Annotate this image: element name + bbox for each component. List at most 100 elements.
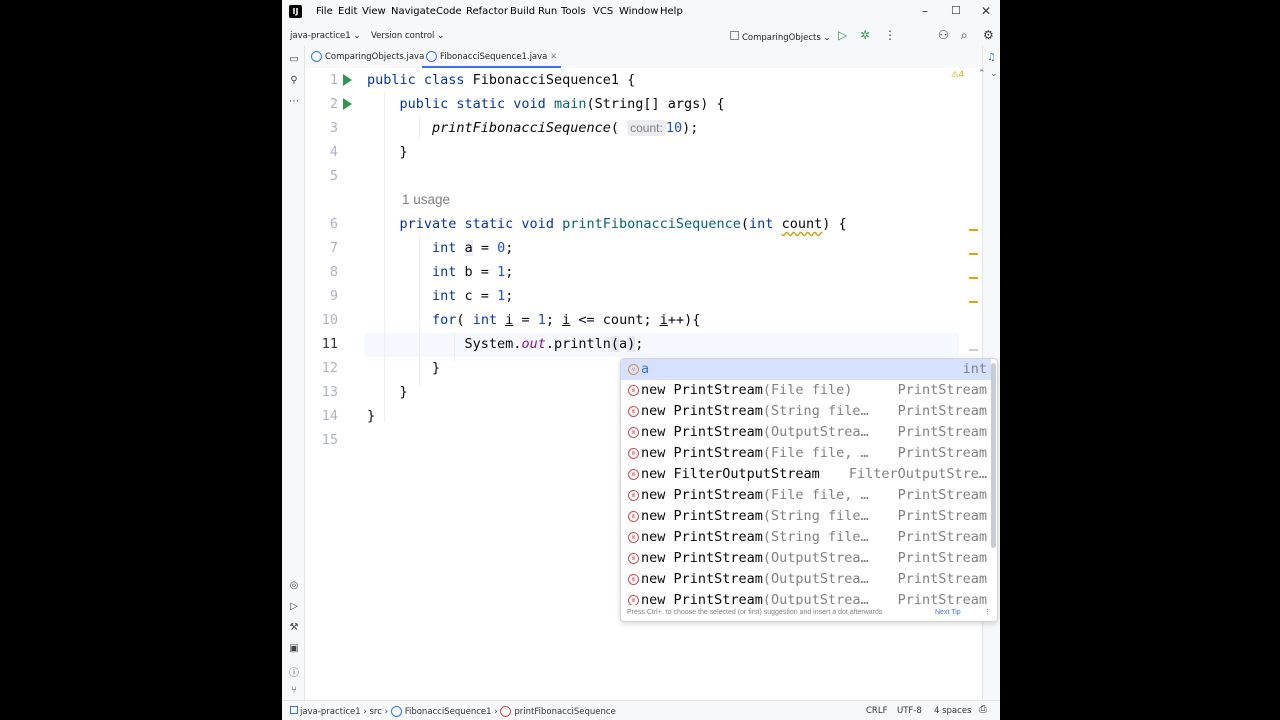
- run-tool-icon[interactable]: ▷: [288, 601, 300, 612]
- code-line-2: public static void main(String[] args) {: [399, 96, 725, 112]
- completion-item[interactable]: m new PrintStream(File file, … PrintStream: [621, 485, 991, 506]
- menu-tools[interactable]: Tools: [561, 6, 586, 17]
- line-number: 11: [321, 336, 338, 352]
- completion-item[interactable]: m new PrintStream(OutputStrea… PrintStream: [621, 569, 991, 590]
- usage-hint[interactable]: 1 usage: [402, 192, 450, 207]
- warning-marker[interactable]: [969, 229, 978, 231]
- more-actions-icon[interactable]: ⋮: [884, 28, 896, 42]
- item-type: PrintStream: [897, 571, 987, 587]
- problems-icon[interactable]: ⓘ: [288, 664, 300, 679]
- item-params: (File file): [762, 382, 853, 398]
- line-number: 2: [329, 96, 338, 112]
- minimize-icon[interactable]: –: [922, 4, 928, 18]
- next-tip-link[interactable]: Next Tip: [935, 605, 961, 621]
- services-icon[interactable]: ◎: [288, 580, 300, 591]
- file-encoding[interactable]: UTF-8: [897, 706, 922, 716]
- lock-icon[interactable]: ⎙: [979, 704, 987, 715]
- warning-marker[interactable]: [969, 253, 978, 255]
- item-name: new PrintStream(OutputStrea…: [641, 424, 869, 440]
- item-type: PrintStream: [897, 529, 987, 545]
- notifications-bell-icon[interactable]: ♫: [987, 52, 996, 63]
- method-icon: m: [628, 448, 639, 459]
- user-icon[interactable]: ⚇: [938, 28, 949, 42]
- run-class-gutter-icon[interactable]: [343, 74, 352, 86]
- settings-gear-icon[interactable]: ⚙: [983, 28, 994, 42]
- menu-run[interactable]: Run: [538, 6, 557, 17]
- method-icon: m: [628, 406, 639, 417]
- completion-footer: Press Ctrl+. to choose the selected (or …: [621, 605, 997, 621]
- code-line-8: int b = 1;: [432, 264, 514, 280]
- main-toolbar: java-practice1 ⌄ Version control ⌄ Compa…: [282, 24, 1000, 46]
- method-icon: m: [628, 490, 639, 501]
- indent-setting[interactable]: 4 spaces: [934, 706, 971, 716]
- code-line-6: private static void printFibonacciSequen…: [399, 216, 847, 232]
- menu-window[interactable]: Window: [619, 6, 658, 17]
- menu-help[interactable]: Help: [660, 6, 683, 17]
- item-name: new PrintStream(OutputStrea…: [641, 571, 869, 587]
- line-number: 5: [329, 168, 338, 184]
- item-name-text: new PrintStream: [641, 508, 763, 524]
- close-icon[interactable]: ✕: [981, 4, 991, 18]
- completion-item[interactable]: m new PrintStream(String file… PrintStream: [621, 527, 991, 548]
- menu-navigate[interactable]: Navigate: [391, 6, 436, 17]
- completion-item[interactable]: m new PrintStream(OutputStrea… PrintStream: [621, 548, 991, 569]
- separator-icon: ›: [363, 707, 367, 717]
- completion-item[interactable]: m new PrintStream(File file) PrintStream: [621, 380, 991, 401]
- more-options-icon[interactable]: ⋮: [984, 605, 991, 621]
- vcs-selector[interactable]: Version control ⌄: [371, 31, 444, 41]
- project-selector[interactable]: java-practice1 ⌄: [290, 31, 360, 41]
- run-icon[interactable]: ▷: [838, 28, 847, 42]
- structure-icon[interactable]: ⚲: [288, 75, 300, 86]
- menu-edit[interactable]: Edit: [338, 6, 357, 17]
- intellij-logo-icon[interactable]: IJ: [289, 5, 302, 18]
- menu-build[interactable]: Build: [510, 6, 535, 17]
- warning-count-badge[interactable]: ⚠4: [951, 70, 964, 80]
- completion-item[interactable]: v a int: [621, 359, 991, 380]
- status-bar: java-practice1 › src › FibonacciSequence…: [282, 700, 1000, 720]
- menu-refactor[interactable]: Refactor: [466, 6, 508, 17]
- class-icon: [390, 706, 402, 717]
- completion-item[interactable]: m new PrintStream(String file… PrintStream: [621, 506, 991, 527]
- tab-fibonaccisequence1[interactable]: FibonacciSequence1.java ✕: [422, 46, 562, 68]
- menu-file[interactable]: File: [316, 6, 333, 17]
- line-number: 8: [329, 264, 338, 280]
- tab-comparingobjects[interactable]: ComparingObjects.java: [307, 46, 428, 68]
- popup-scrollbar[interactable]: [991, 363, 996, 548]
- terminal-icon[interactable]: ▣: [288, 643, 300, 654]
- more-tools-icon[interactable]: ⋯: [288, 96, 300, 107]
- build-hammer-icon[interactable]: ⚒: [288, 622, 300, 633]
- run-main-gutter-icon[interactable]: [343, 98, 352, 110]
- warning-marker[interactable]: [969, 277, 978, 279]
- item-params: (String file…: [762, 403, 869, 419]
- completion-item[interactable]: m new PrintStream(File file, … PrintStream: [621, 443, 991, 464]
- chevron-up-icon[interactable]: ⌃: [978, 69, 986, 79]
- tab-close-icon[interactable]: ✕: [550, 52, 557, 62]
- line-separator[interactable]: CRLF: [866, 706, 887, 716]
- debug-icon[interactable]: ✲: [860, 28, 870, 42]
- warning-marker[interactable]: [969, 301, 978, 303]
- git-icon[interactable]: ⑂: [288, 685, 300, 696]
- completion-item[interactable]: m new FilterOutputStream FilterOutputStre…: [621, 464, 991, 485]
- search-icon[interactable]: ⌕: [961, 28, 968, 43]
- maximize-icon[interactable]: ☐: [951, 4, 961, 17]
- breadcrumb-project: java-practice1: [300, 707, 361, 717]
- completion-item[interactable]: m new PrintStream(OutputStrea… PrintStream: [621, 422, 991, 443]
- config-icon: [730, 31, 739, 40]
- chevron-down-icon[interactable]: ⌄: [990, 69, 998, 79]
- folder-icon[interactable]: ▭: [288, 54, 300, 65]
- module-icon: [290, 706, 298, 714]
- tab-label: FibonacciSequence1.java: [440, 52, 548, 62]
- breadcrumb[interactable]: java-practice1 › src › FibonacciSequence…: [290, 706, 616, 717]
- menu-code[interactable]: Code: [436, 6, 462, 17]
- item-params: (OutputStrea…: [762, 550, 869, 566]
- completion-item[interactable]: m new PrintStream(String file… PrintStream: [621, 401, 991, 422]
- run-config-selector[interactable]: ComparingObjects ⌄: [730, 31, 831, 43]
- menu-view[interactable]: View: [362, 6, 386, 17]
- breadcrumb-src: src: [369, 707, 382, 717]
- line-number: 3: [329, 120, 338, 136]
- menu-vcs[interactable]: VCS: [593, 6, 613, 17]
- editor-tabs: ComparingObjects.java FibonacciSequence1…: [305, 46, 982, 69]
- code-line-3: printFibonacciSequence( count: 10);: [432, 120, 699, 136]
- chevron-down-icon: ⌄: [823, 33, 831, 43]
- item-name-text: new PrintStream: [641, 445, 763, 461]
